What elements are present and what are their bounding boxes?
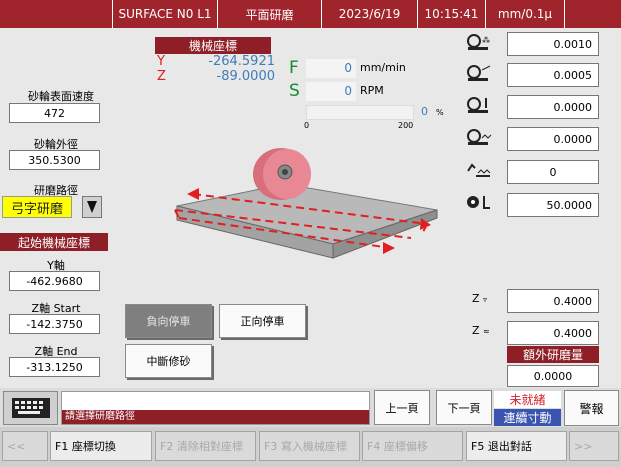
override-percent: %: [436, 108, 444, 117]
f3-write-machine-coord[interactable]: F3 寫入機械座標: [259, 431, 360, 461]
time-display: 10:15:41: [417, 0, 485, 28]
finish-feed-field[interactable]: 0.0000: [507, 95, 599, 119]
wave-icon: ≈: [483, 327, 490, 336]
machine-coord-header: 機械座標: [155, 37, 271, 54]
negative-stop-button[interactable]: 負向停車: [125, 304, 212, 338]
feed-letter: F: [289, 58, 299, 78]
path-arrow-a: [187, 188, 199, 200]
override-bar: [306, 105, 414, 120]
spindle-value: 0: [306, 82, 356, 101]
z-allowance-letter: Z: [472, 292, 480, 305]
title-bar: SURFACE N0 L1 平面研磨 2023/6/19 10:15:41 mm…: [0, 0, 621, 28]
z-end-field[interactable]: -313.1250: [9, 357, 100, 377]
z-finish-label: Z ≈: [472, 324, 490, 337]
override-max: 200: [398, 121, 414, 130]
override-value: 0: [421, 105, 428, 118]
y-axis-letter: Y: [157, 54, 165, 69]
machine-z-value: -89.0000: [216, 69, 275, 84]
status-jog-mode: 連續寸動: [494, 409, 561, 426]
wheel-diameter-field[interactable]: 350.5300: [9, 150, 100, 170]
spindle-unit: RPM: [360, 84, 384, 97]
machine-coord-readout: Y -264.5921 Z -89.0000: [157, 54, 275, 84]
z-allowance-field[interactable]: 0.4000: [507, 289, 599, 313]
grind-path-select[interactable]: 弓字研磨: [2, 196, 72, 218]
z-axis-letter: Z: [157, 69, 166, 84]
f1-coord-switch[interactable]: F1 座標切換: [50, 431, 152, 461]
extra-grind-field[interactable]: 0.0000: [507, 365, 599, 387]
message-area: 請選擇研磨路徑: [61, 391, 370, 425]
grinding-diagram: [174, 148, 438, 259]
fkey-scroll-left[interactable]: <<: [2, 431, 48, 461]
feed-value: 0: [306, 59, 356, 78]
f5-exit-dialog[interactable]: F5 退出對話: [466, 431, 567, 461]
machine-y-value: -264.5921: [208, 54, 275, 69]
path-arrow-c: [383, 242, 395, 254]
keyboard-icon[interactable]: [3, 391, 58, 425]
next-page-button[interactable]: 下一頁: [436, 390, 492, 425]
status-not-ready: 未就緒: [494, 391, 561, 408]
extra-grind-header: 額外研磨量: [507, 346, 599, 363]
alarm-button[interactable]: 警報: [564, 390, 619, 426]
interrupt-dress-button[interactable]: 中斷修砂: [125, 344, 212, 378]
fine-feed-icon: [466, 64, 492, 82]
wheel-dress-field[interactable]: 50.0000: [507, 193, 599, 217]
start-coord-header: 起始機械座標: [0, 233, 108, 251]
wheel-speed-label: 砂輪表面速度: [28, 90, 94, 103]
z-allowance-label: Z ▿: [472, 292, 487, 305]
coarse-feed-field[interactable]: 0.0010: [507, 32, 599, 56]
dress-count-field[interactable]: 0: [507, 160, 599, 184]
fine-feed-field[interactable]: 0.0005: [507, 63, 599, 87]
f2-clear-relative[interactable]: F2 清除相對座標: [155, 431, 256, 461]
svg-text:⁂: ⁂: [482, 35, 490, 45]
prev-page-button[interactable]: 上一頁: [374, 390, 430, 425]
fkey-scroll-right[interactable]: >>: [569, 431, 619, 461]
wheel-dress-icon: [466, 194, 492, 212]
z-finish-field[interactable]: 0.4000: [507, 321, 599, 345]
dress-count-icon: [466, 161, 492, 179]
unit-display: mm/0.1μ: [485, 0, 564, 28]
date-display: 2023/6/19: [321, 0, 417, 28]
spark-out-field[interactable]: 0.0000: [507, 127, 599, 151]
override-min: 0: [304, 121, 310, 130]
y-axis-field[interactable]: -462.9680: [9, 271, 100, 291]
finish-feed-icon: [466, 96, 492, 114]
mode-title: 平面研磨: [217, 0, 321, 28]
machine-name: SURFACE N0 L1: [112, 0, 217, 28]
positive-stop-button[interactable]: 正向停車: [219, 304, 306, 338]
down-arrow-icon: ▿: [483, 295, 488, 304]
f4-coord-offset[interactable]: F4 座標偏移: [362, 431, 463, 461]
z-finish-letter: Z: [472, 324, 480, 337]
message-text: 請選擇研磨路徑: [62, 410, 369, 424]
wheel-speed-field[interactable]: 472: [9, 103, 100, 123]
spark-out-icon: [466, 128, 492, 146]
spindle-letter: S: [289, 81, 300, 101]
z-start-field[interactable]: -142.3750: [9, 314, 100, 334]
chevron-down-icon[interactable]: [82, 196, 102, 218]
coarse-feed-icon: ⁂: [466, 33, 492, 51]
feed-unit: mm/min: [360, 61, 406, 74]
